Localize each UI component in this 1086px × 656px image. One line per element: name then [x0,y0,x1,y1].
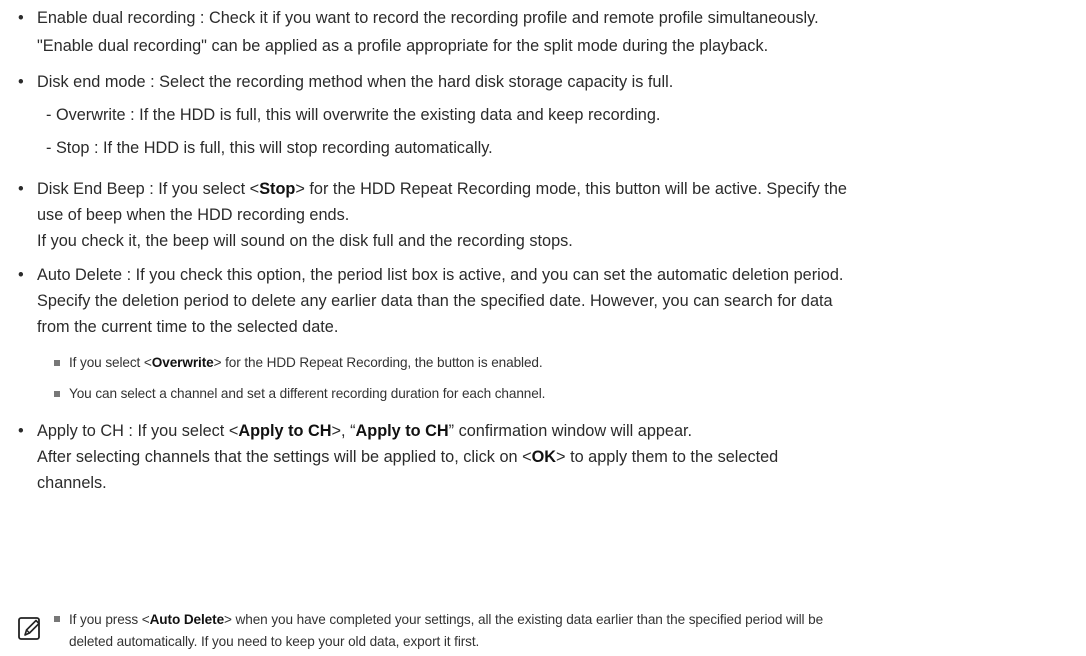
bullet-disk-end-mode: • Disk end mode : Select the recording m… [18,68,673,96]
sub-stop: - Stop : If the HDD is full, this will s… [46,139,493,157]
bullet-disk-end-beep: • Disk End Beep : If you select <Stop> f… [18,176,847,254]
bullet-auto-delete: • Auto Delete : If you check this option… [18,262,843,340]
dual-desc: "Enable dual recording" can be applied a… [37,37,769,55]
memo-note: If you press <Auto Delete> when you have… [54,609,823,653]
bullet-dot: • [18,422,24,440]
bullet-enable-dual-recording: • Enable dual recording : Check it if yo… [18,4,819,60]
note-channel-duration: You can select a channel and set a diffe… [54,384,545,404]
memo-pencil-icon [18,617,40,640]
manual-page: • Enable dual recording : Check it if yo… [0,0,1086,656]
bullet-dot: • [18,266,24,284]
note-overwrite: If you select <Overwrite> for the HDD Re… [54,353,543,373]
dual-label: Enable dual recording [37,9,196,27]
bullet-dot: • [18,180,24,198]
note-square-icon [54,391,60,397]
bullet-dot: • [18,73,24,91]
sub-overwrite: - Overwrite : If the HDD is full, this w… [46,106,661,124]
note-square-icon [54,616,60,622]
note-square-icon [54,360,60,366]
bullet-apply-to-ch: • Apply to CH : If you select <Apply to … [18,418,778,496]
bullet-dot: • [18,9,24,27]
